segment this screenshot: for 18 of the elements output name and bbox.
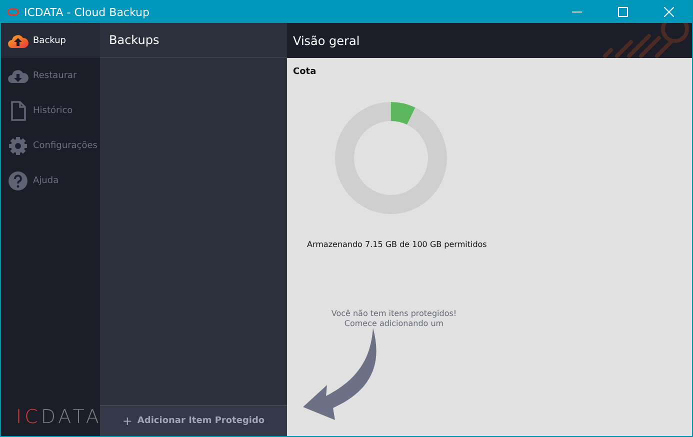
- sidebar-item[interactable]: Restaurar: [1, 58, 100, 93]
- close-icon: [664, 7, 674, 17]
- panel-header: Visão geral: [287, 23, 692, 58]
- settings-icon: [7, 136, 29, 156]
- sidebar-item[interactable]: Backup: [1, 23, 100, 58]
- empty-message: Você não tem itens protegidos!: [330, 309, 458, 320]
- maximize-icon: [618, 7, 628, 17]
- app-icon: [7, 8, 19, 16]
- window-title: ICDATA - Cloud Backup: [24, 6, 150, 18]
- quota-caption: Armazenando 7.15 GB de 100 GB permitidos: [307, 240, 488, 249]
- section-title: Cota: [293, 67, 318, 77]
- sidebar-item[interactable]: Ajuda: [1, 163, 100, 198]
- sidebar-item[interactable]: Configurações: [1, 128, 100, 163]
- empty-message: Comece adicionando um: [343, 319, 445, 330]
- add-item-button[interactable]: + Adicionar Item Protegido: [100, 405, 287, 436]
- logo-text: IC DATA: [16, 406, 100, 428]
- help-icon: [7, 170, 29, 190]
- sidebar-item[interactable]: Histórico: [1, 93, 100, 128]
